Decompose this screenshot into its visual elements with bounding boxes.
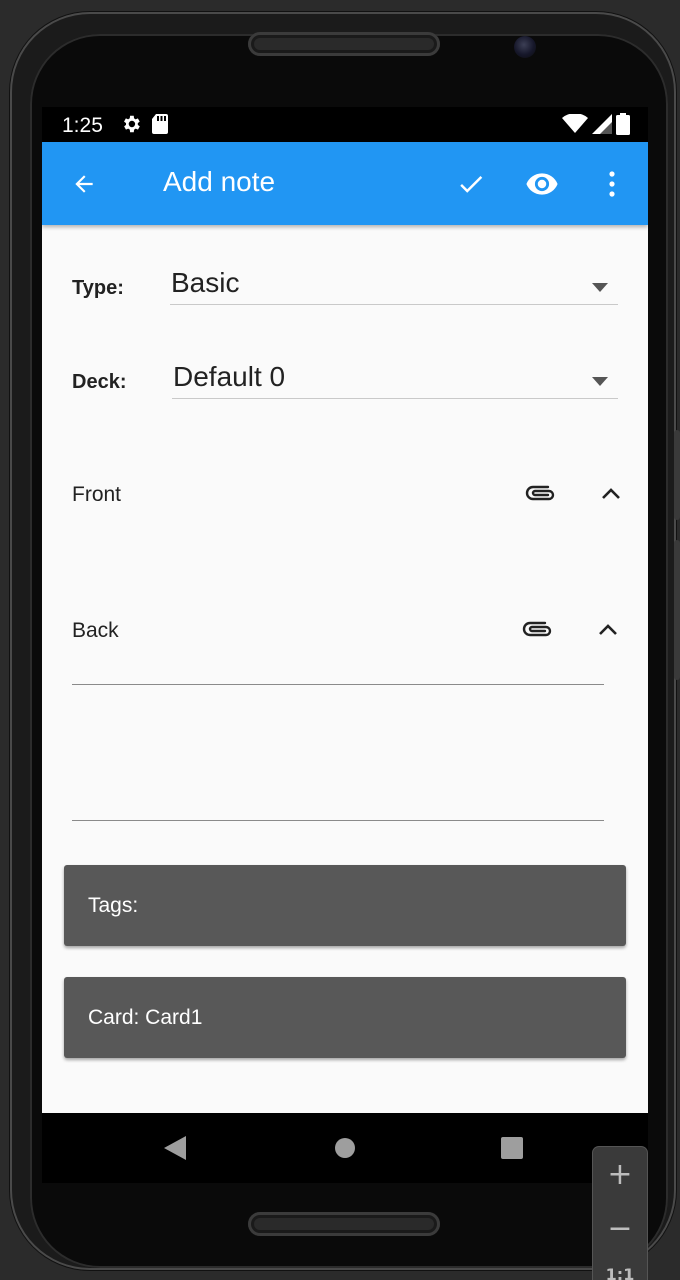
note-type-dropdown[interactable]: Basic	[170, 261, 618, 305]
card-button[interactable]: Card: Card1	[64, 977, 626, 1058]
signal-icon	[592, 114, 612, 139]
eye-icon[interactable]	[519, 162, 565, 206]
zoom-in-button[interactable]: +	[593, 1157, 647, 1192]
attach-paperclip-icon[interactable]	[519, 613, 557, 645]
back-field-label: Back	[72, 619, 119, 642]
front-field-label: Front	[72, 483, 122, 506]
deck-label: Deck:	[72, 371, 127, 393]
dropdown-caret-icon	[592, 279, 608, 297]
sd-card-icon	[150, 113, 170, 140]
app-bar: Add note	[42, 142, 648, 225]
tags-button-label: Tags:	[88, 894, 139, 917]
checkmark-icon[interactable]	[449, 162, 493, 206]
back-field-input[interactable]	[72, 783, 604, 821]
nav-back-icon[interactable]	[160, 1133, 190, 1163]
chevron-up-icon[interactable]	[592, 615, 624, 645]
status-bar: 1:25	[42, 107, 648, 142]
card-button-label: Card: Card1	[88, 1006, 203, 1029]
dropdown-caret-icon	[592, 373, 608, 391]
attach-paperclip-icon[interactable]	[522, 477, 560, 509]
system-nav-bar	[42, 1113, 648, 1183]
zoom-reset-button[interactable]: 1:1	[593, 1265, 647, 1280]
bottom-speaker	[248, 1212, 440, 1236]
front-field-input[interactable]	[72, 647, 604, 685]
deck-dropdown[interactable]: Default 0	[172, 355, 618, 399]
wifi-icon	[562, 113, 588, 139]
gear-icon	[120, 113, 142, 140]
back-arrow-icon[interactable]	[62, 162, 106, 206]
nav-home-icon[interactable]	[330, 1133, 360, 1163]
chevron-up-icon[interactable]	[595, 479, 627, 509]
zoom-out-button[interactable]: −	[593, 1211, 647, 1246]
tags-button[interactable]: Tags:	[64, 865, 626, 946]
type-label: Type:	[72, 277, 124, 299]
overflow-menu-icon[interactable]	[595, 162, 629, 206]
note-type-value: Basic	[171, 267, 240, 298]
earpiece-speaker	[248, 32, 440, 56]
deck-value: Default 0	[173, 361, 286, 392]
page-title: Add note	[163, 166, 276, 197]
emulator-zoom-controls: + − 1:1	[593, 1147, 647, 1280]
volume-button	[674, 430, 680, 520]
nav-recents-icon[interactable]	[497, 1133, 527, 1163]
power-button	[674, 540, 680, 680]
battery-icon	[616, 113, 630, 140]
status-time: 1:25	[62, 114, 103, 137]
front-camera	[514, 36, 536, 58]
note-editor: Type: Basic Deck: Default 0 Front Back T…	[42, 225, 648, 1113]
device-screen: 1:25 Add note Type: Basic Deck: Default …	[42, 107, 648, 1183]
